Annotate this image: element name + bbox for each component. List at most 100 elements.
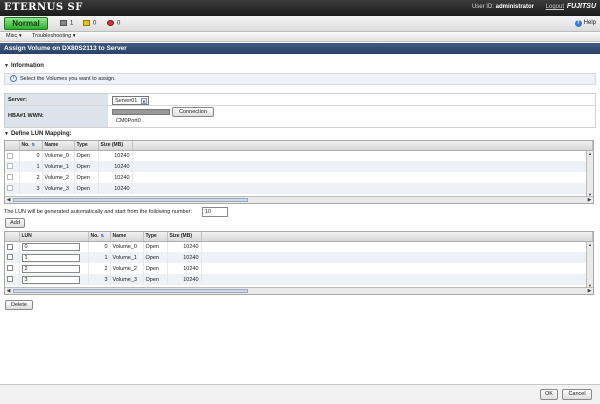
row-type: Open xyxy=(74,161,99,172)
row-type: Open xyxy=(143,252,168,263)
header-lun[interactable]: LUN xyxy=(19,232,89,242)
scroll-left-icon[interactable]: ◀ xyxy=(5,197,12,203)
horizontal-scrollbar[interactable]: ◀ ▶ xyxy=(5,196,593,203)
server-form: Server: Server01 ▼ HBA#1 WWN: Connection… xyxy=(4,93,596,128)
delete-button[interactable]: Delete xyxy=(5,300,33,310)
scroll-up-icon[interactable]: ▲ xyxy=(587,151,593,157)
row-size: 10240 xyxy=(167,274,202,285)
information-section-title[interactable]: ▼ Information xyxy=(4,63,44,69)
available-volumes-grid: No. ⇅ Name Type Size (MB) 0 Volume_0 Open… xyxy=(5,141,593,194)
lun-mapping-title-text: Define LUN Mapping: xyxy=(10,131,72,137)
row-size: 10240 xyxy=(98,172,133,183)
scroll-left-icon[interactable]: ◀ xyxy=(5,288,12,294)
table-row[interactable]: 3 3 Volume_3 Open 10240 xyxy=(5,274,593,285)
wwn-field xyxy=(112,109,170,115)
help-link[interactable]: ? Help xyxy=(574,20,596,27)
header-filler xyxy=(201,232,593,242)
lun-input[interactable]: 1 xyxy=(21,253,80,262)
row-checkbox[interactable] xyxy=(7,163,13,170)
lun-input[interactable]: 0 xyxy=(21,242,80,251)
status-bar: Normal 1 0 0 ? Help xyxy=(0,16,600,32)
cancel-button[interactable]: Cancel xyxy=(562,389,592,400)
ok-button[interactable]: OK xyxy=(540,389,558,400)
warning-icon xyxy=(83,20,90,26)
brand-logo: ETERNUS SF xyxy=(4,2,83,13)
table-row[interactable]: 0 0 Volume_0 Open 10240 xyxy=(5,241,593,252)
header-name[interactable]: Name xyxy=(110,232,144,242)
row-no: 1 xyxy=(88,252,111,263)
header-name[interactable]: Name xyxy=(42,141,75,151)
row-checkbox[interactable] xyxy=(7,185,13,192)
menu-troubleshooting[interactable]: Troubleshooting ▾ xyxy=(29,33,79,39)
header-no-label: No. xyxy=(90,233,99,240)
server-selected-value: Server01 xyxy=(115,98,138,104)
help-icon: ? xyxy=(574,20,582,27)
row-checkbox[interactable] xyxy=(7,174,13,181)
connection-button[interactable]: Connection xyxy=(172,107,214,117)
table-row[interactable]: 0 Volume_0 Open 10240 xyxy=(5,150,593,161)
row-checkbox[interactable] xyxy=(7,265,13,272)
row-no: 3 xyxy=(19,183,43,194)
table-row[interactable]: 1 1 Volume_1 Open 10240 xyxy=(5,252,593,263)
row-name: Volume_2 xyxy=(42,172,75,183)
header-size[interactable]: Size (MB) xyxy=(98,141,133,151)
row-checkbox[interactable] xyxy=(7,254,13,261)
server-row: Server: Server01 ▼ xyxy=(5,94,595,106)
table-row[interactable]: 1 Volume_1 Open 10240 xyxy=(5,161,593,172)
sort-icon: ⇅ xyxy=(100,233,104,239)
header-size[interactable]: Size (MB) xyxy=(167,232,202,242)
table-row[interactable]: 2 2 Volume_2 Open 10240 xyxy=(5,263,593,274)
header-type[interactable]: Type xyxy=(143,232,168,242)
hba-row: HBA#1 WWN: Connection CM0Port0 xyxy=(5,106,595,127)
add-button[interactable]: Add xyxy=(5,218,25,228)
scroll-right-icon[interactable]: ▶ xyxy=(586,197,593,203)
status-count-info[interactable]: 1 xyxy=(60,20,73,27)
page-title: Assign Volume on DX80S2113 to Server xyxy=(0,43,600,54)
row-no: 0 xyxy=(19,150,43,161)
header-no[interactable]: No. ⇅ xyxy=(19,141,43,151)
server-select[interactable]: Server01 ▼ xyxy=(112,96,149,105)
row-checkbox[interactable] xyxy=(7,243,13,250)
row-name: Volume_0 xyxy=(42,150,75,161)
table-header-row: LUN No. ⇅ Name Type Size (MB) xyxy=(5,232,593,242)
lun-start-input[interactable]: 10 xyxy=(202,207,228,217)
status-count-error[interactable]: 0 xyxy=(107,20,120,27)
row-checkbox[interactable] xyxy=(7,152,13,159)
footer-bar: OK Cancel xyxy=(0,384,600,404)
vertical-scrollbar[interactable]: ▲ ▼ xyxy=(586,151,593,198)
row-name: Volume_0 xyxy=(110,241,144,252)
header-type[interactable]: Type xyxy=(74,141,99,151)
row-size: 10240 xyxy=(98,183,133,194)
error-count: 0 xyxy=(117,20,121,27)
scroll-up-icon[interactable]: ▲ xyxy=(587,242,593,248)
main-content: ▼ Information i Select the Volumes you wan… xyxy=(0,54,600,384)
menu-misc[interactable]: Misc ▾ xyxy=(3,33,25,39)
lun-input[interactable]: 2 xyxy=(21,264,80,273)
row-size: 10240 xyxy=(167,241,202,252)
row-name: Volume_3 xyxy=(110,274,144,285)
status-count-warning[interactable]: 0 xyxy=(83,20,96,27)
logout-link[interactable]: Logout xyxy=(546,4,564,10)
top-bar: ETERNUS SF User ID: administrator Logout… xyxy=(0,0,600,16)
normal-status-button[interactable]: Normal xyxy=(4,17,48,30)
lun-mapping-section-title[interactable]: ▼ Define LUN Mapping: xyxy=(4,131,72,137)
available-volumes-table: No. ⇅ Name Type Size (MB) 0 Volume_0 Open… xyxy=(4,140,594,204)
user-info: User ID: administrator xyxy=(472,4,534,10)
table-row[interactable]: 2 Volume_2 Open 10240 xyxy=(5,172,593,183)
row-checkbox[interactable] xyxy=(7,276,13,283)
scrollbar-thumb[interactable] xyxy=(13,198,249,202)
user-id-label: User ID: xyxy=(471,4,494,10)
table-row[interactable]: 3 Volume_3 Open 10240 xyxy=(5,183,593,194)
row-name: Volume_1 xyxy=(110,252,144,263)
scroll-right-icon[interactable]: ▶ xyxy=(586,288,593,294)
row-no: 1 xyxy=(19,161,43,172)
vertical-scrollbar[interactable]: ▲ ▼ xyxy=(586,242,593,289)
lun-input[interactable]: 3 xyxy=(21,275,80,284)
header-select xyxy=(5,232,20,242)
warning-count: 0 xyxy=(93,20,97,27)
row-name: Volume_2 xyxy=(110,263,144,274)
auto-lun-text: The LUN will be generated automatically … xyxy=(4,209,193,215)
scrollbar-thumb[interactable] xyxy=(13,289,249,293)
horizontal-scrollbar[interactable]: ◀ ▶ xyxy=(5,287,593,294)
header-no[interactable]: No. ⇅ xyxy=(88,232,111,242)
